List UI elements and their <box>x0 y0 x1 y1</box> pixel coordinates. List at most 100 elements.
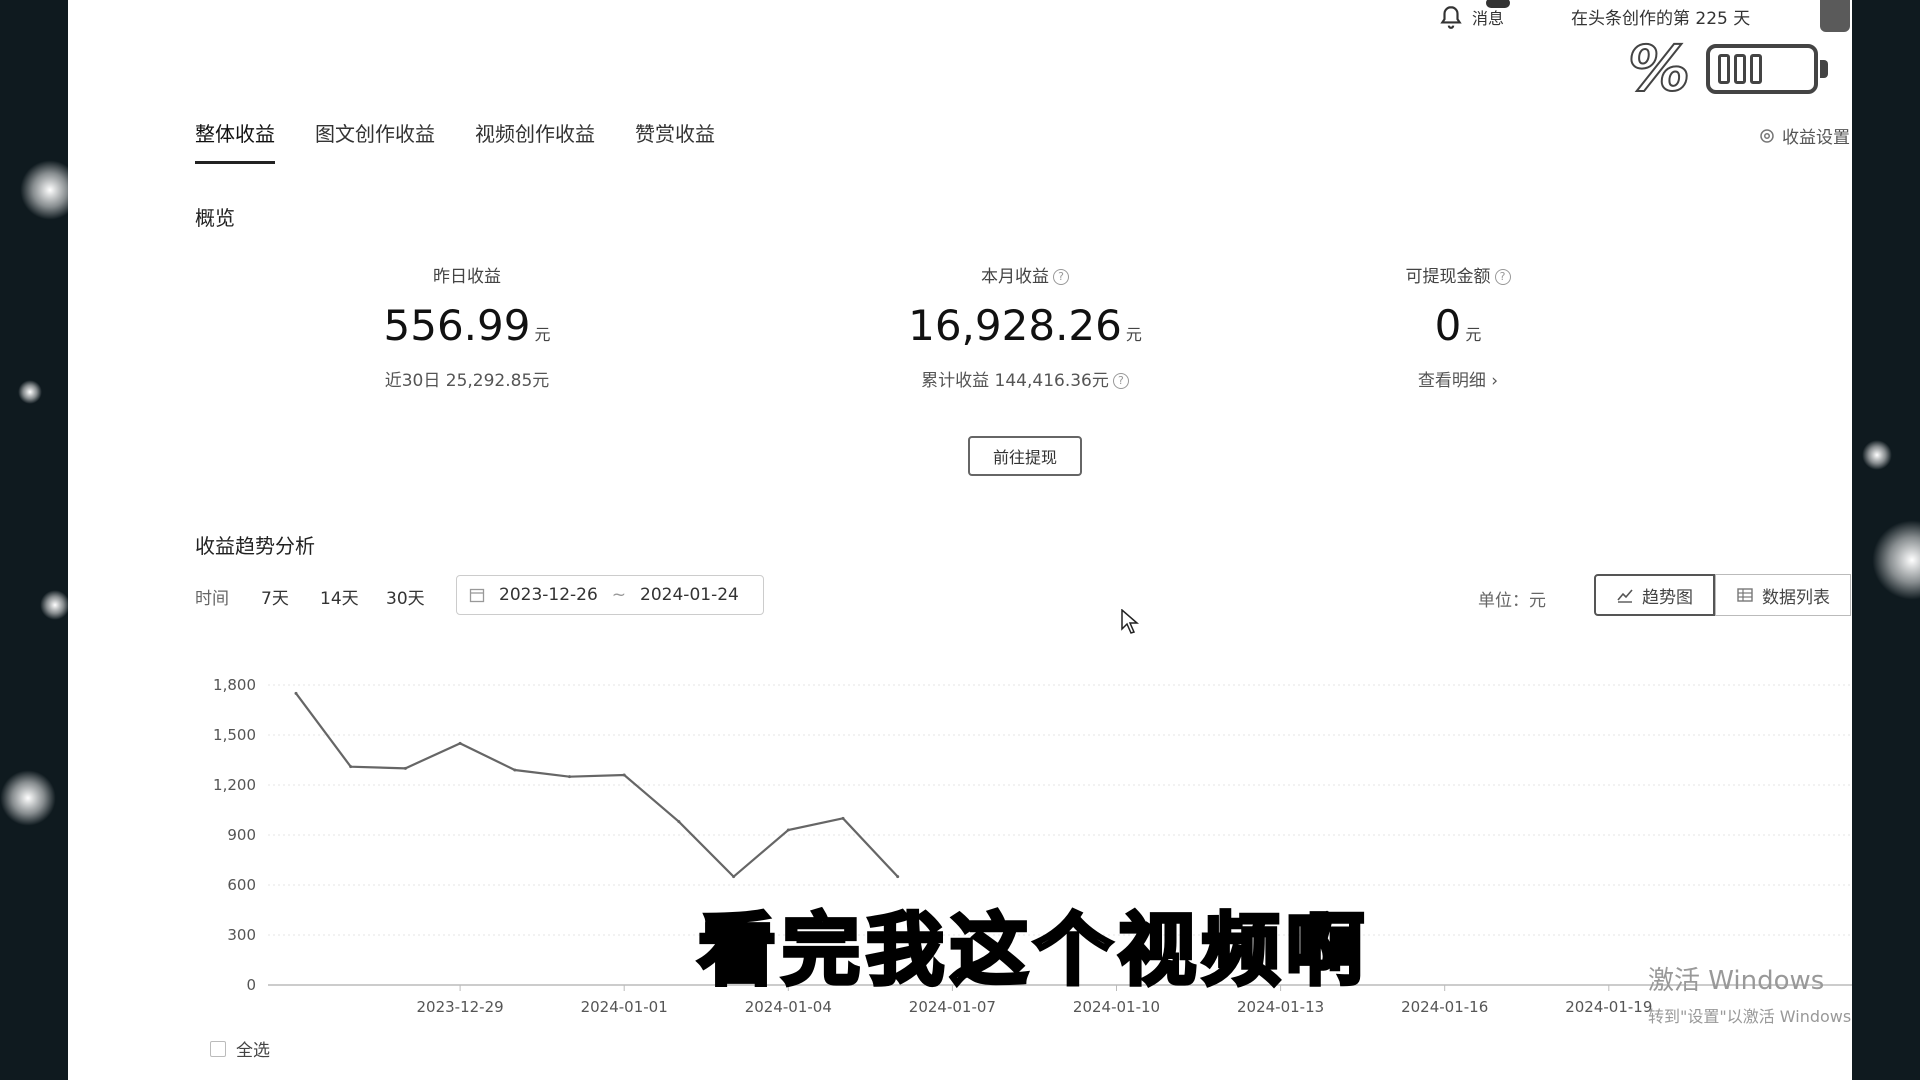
data-point <box>732 875 736 879</box>
x-tick-label: 2024-01-19 <box>1565 998 1652 1016</box>
range-30-days[interactable]: 30天 <box>386 584 425 609</box>
bell-icon <box>1440 6 1462 29</box>
date-range-picker[interactable]: 2023-12-26 ~ 2024-01-24 <box>456 575 764 615</box>
table-icon <box>1737 588 1753 602</box>
help-icon[interactable]: ? <box>1494 269 1511 285</box>
withdrawable-card: 可提现金额? 0元 查看明细 › <box>1278 262 1638 391</box>
y-tick-label: 900 <box>227 826 256 844</box>
yesterday-label: 昨日收益 <box>433 267 501 287</box>
data-table-label: 数据列表 <box>1762 587 1830 608</box>
yesterday-revenue-card: 昨日收益 556.99 元 近30日 25,292.85元 <box>287 262 647 391</box>
data-table-toggle[interactable]: 数据列表 <box>1715 574 1851 616</box>
data-point <box>677 820 681 824</box>
help-icon[interactable]: ? <box>1053 269 1069 285</box>
x-tick-label: 2024-01-01 <box>581 998 668 1016</box>
month-value: 16,928.26 <box>908 301 1122 350</box>
messages-button[interactable]: 消息 <box>1438 0 1510 30</box>
windows-activation-watermark: 激活 Windows 转到"设置"以激活 Windows <box>1648 960 1851 1027</box>
avatar[interactable] <box>1820 0 1850 32</box>
data-point <box>568 775 571 779</box>
withdrawable-value: 0 <box>1434 301 1462 350</box>
y-tick-label: 1,500 <box>213 726 256 744</box>
video-subtitle: 看完我这个视频啊 <box>696 904 1371 998</box>
data-point <box>841 816 845 820</box>
x-tick-label: 2024-01-16 <box>1401 998 1488 1016</box>
select-all-checkbox[interactable]: 全选 <box>210 1036 270 1061</box>
month-label: 本月收益 <box>981 267 1049 287</box>
messages-label: 消息 <box>1472 9 1505 28</box>
watermark-line2: 转到"设置"以激活 Windows <box>1648 1007 1852 1026</box>
line-chart-icon <box>1617 589 1633 603</box>
cumulative-revenue-text: 累计收益 144,416.36元 <box>921 371 1109 391</box>
tab-article-revenue[interactable]: 图文创作收益 <box>315 118 435 164</box>
percent-symbol: % <box>1627 31 1691 106</box>
revenue-tabs: 整体收益 图文创作收益 视频创作收益 赞赏收益 <box>195 118 715 164</box>
tab-video-revenue[interactable]: 视频创作收益 <box>475 118 595 164</box>
checkbox-box <box>210 1040 226 1057</box>
y-tick-label: 0 <box>246 976 256 994</box>
month-revenue-card: 本月收益? 16,928.26 元 累计收益 144,416.36元? <box>845 262 1205 391</box>
star-decoration <box>0 770 56 826</box>
data-point <box>403 766 407 770</box>
revenue-series-line <box>295 692 899 879</box>
last-30-days-text: 近30日 25,292.85元 <box>384 371 550 391</box>
y-axis: 0 300 600 900 1,200 1,500 1,800 <box>213 676 256 994</box>
star-decoration <box>18 380 42 404</box>
data-point <box>786 828 790 832</box>
x-tick-label: 2024-01-07 <box>909 998 996 1016</box>
star-decoration <box>40 590 70 620</box>
data-point <box>458 741 462 745</box>
withdraw-button[interactable]: 前往提现 <box>968 436 1082 476</box>
trend-chart-toggle[interactable]: 趋势图 <box>1594 574 1715 616</box>
message-badge <box>1486 0 1510 8</box>
withdrawable-label-row: 可提现金额? <box>1278 262 1638 287</box>
battery-overlay: % <box>1627 31 1828 107</box>
x-tick-label: 2024-01-10 <box>1073 998 1160 1016</box>
star-decoration <box>1862 440 1892 470</box>
month-value-row: 16,928.26 元 <box>845 301 1205 350</box>
view-toggle: 趋势图 数据列表 <box>1594 574 1851 616</box>
trend-analysis-title: 收益趋势分析 <box>195 534 315 558</box>
withdrawable-value-row: 0元 <box>1278 301 1638 350</box>
view-details-link[interactable]: 查看明细 › <box>1278 366 1638 391</box>
select-all-label: 全选 <box>236 1041 270 1061</box>
left-background <box>0 0 80 1080</box>
data-point <box>896 875 900 879</box>
y-tick-label: 1,800 <box>213 676 256 694</box>
data-point <box>349 765 353 769</box>
date-end: 2024-01-24 <box>640 585 739 605</box>
range-14-days[interactable]: 14天 <box>320 584 359 609</box>
x-tick-label: 2023-12-29 <box>417 998 504 1016</box>
help-icon[interactable]: ? <box>1112 373 1129 389</box>
battery-cell <box>1734 54 1746 84</box>
tab-tip-revenue[interactable]: 赞赏收益 <box>635 118 715 164</box>
date-separator: ~ <box>611 585 627 605</box>
creation-days-text: 在头条创作的第 225 天 <box>1571 9 1751 29</box>
y-tick-label: 300 <box>227 926 256 944</box>
calendar-icon <box>469 588 485 603</box>
top-bar: 消息 在头条创作的第 225 天 <box>68 0 1852 40</box>
yesterday-value: 556.99 <box>383 301 531 350</box>
month-unit: 元 <box>1125 325 1142 344</box>
date-start: 2023-12-26 <box>499 585 598 605</box>
overview-title: 概览 <box>195 206 235 230</box>
yesterday-unit: 元 <box>534 325 551 344</box>
mouse-cursor-icon <box>1121 609 1139 634</box>
range-7-days[interactable]: 7天 <box>261 584 289 609</box>
battery-cell <box>1718 54 1730 84</box>
yesterday-value-row: 556.99 元 <box>287 301 647 350</box>
tab-overall-revenue[interactable]: 整体收益 <box>195 118 275 164</box>
y-tick-label: 600 <box>227 876 256 894</box>
gear-icon <box>1760 128 1774 143</box>
data-point <box>294 691 298 695</box>
withdrawable-unit: 元 <box>1465 325 1482 344</box>
time-label: 时间 <box>195 589 229 609</box>
revenue-settings-link[interactable]: 收益设置 <box>1758 123 1850 148</box>
data-point <box>622 773 626 777</box>
x-tick-label: 2024-01-04 <box>745 998 832 1016</box>
data-point <box>513 768 517 772</box>
x-tick-label: 2024-01-13 <box>1237 998 1324 1016</box>
revenue-page: 消息 在头条创作的第 225 天 % 整体收益 图文创作收益 视频创作收益 赞赏… <box>68 0 1852 1080</box>
cumulative-row: 累计收益 144,416.36元? <box>845 366 1205 391</box>
month-label-row: 本月收益? <box>845 262 1205 287</box>
